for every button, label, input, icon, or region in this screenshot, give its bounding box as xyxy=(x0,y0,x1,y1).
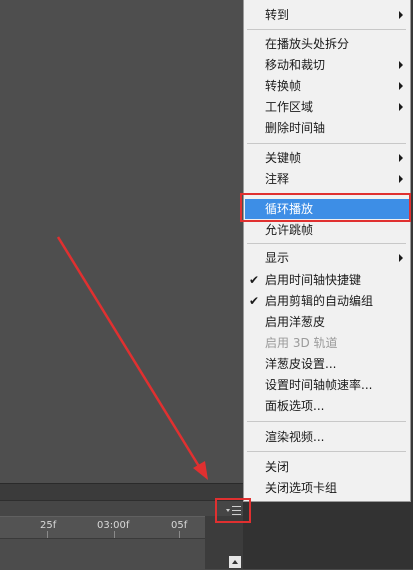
chevron-right-icon xyxy=(399,11,403,19)
scroll-up-icon[interactable] xyxy=(229,556,241,568)
ruler-tick xyxy=(47,531,48,538)
menu-item-label: 启用时间轴快捷键 xyxy=(265,273,362,287)
dropdown-caret-icon xyxy=(225,508,230,512)
ruler-label: 03:00f xyxy=(97,520,130,531)
menu-item-enable-3d-tracks: 启用 3D 轨道 xyxy=(245,333,409,353)
ruler-label: 25f xyxy=(40,520,57,531)
chevron-right-icon xyxy=(399,154,403,162)
menu-item-close-tab-group[interactable]: 关闭选项卡组 xyxy=(245,478,409,498)
menu-item-allow-frame-skipping[interactable]: 允许跳帧 xyxy=(245,220,409,240)
menu-item-delete-timeline[interactable]: 删除时间轴 xyxy=(245,118,409,138)
menu-item-close[interactable]: 关闭 xyxy=(245,457,409,477)
right-panel-lower xyxy=(243,500,413,569)
menu-separator xyxy=(247,451,406,452)
menu-item-label: 设置时间轴帧速率... xyxy=(265,378,373,392)
menu-separator xyxy=(247,193,406,194)
menu-item-label: 工作区域 xyxy=(265,100,314,114)
menu-item-keyframes[interactable]: 关键帧 xyxy=(245,148,409,168)
menu-item-label: 启用剪辑的自动编组 xyxy=(265,294,374,308)
timeline-panel-divider[interactable] xyxy=(0,483,243,501)
menu-item-onion-skin-settings[interactable]: 洋葱皮设置... xyxy=(245,354,409,374)
menu-item-label: 转换帧 xyxy=(265,79,302,93)
document-canvas-area xyxy=(0,0,243,483)
timeline-track-area[interactable] xyxy=(0,538,205,570)
menu-item-set-timeline-frame-rate[interactable]: 设置时间轴帧速率... xyxy=(245,375,409,395)
menu-item-enable-timeline-shortcuts[interactable]: ✔ 启用时间轴快捷键 xyxy=(245,270,409,290)
menu-item-label: 转到 xyxy=(265,8,290,22)
menu-item-label: 允许跳帧 xyxy=(265,223,314,237)
menu-item-label: 面板选项... xyxy=(265,399,325,413)
menu-item-panel-options[interactable]: 面板选项... xyxy=(245,396,409,416)
checkmark-icon: ✔ xyxy=(249,273,260,287)
menu-item-label: 关闭 xyxy=(265,460,290,474)
menu-item-label: 关键帧 xyxy=(265,151,302,165)
menu-item-split-at-playhead[interactable]: 在播放头处拆分 xyxy=(245,34,409,54)
menu-item-label: 关闭选项卡组 xyxy=(265,481,338,495)
ruler-label: 05f xyxy=(171,520,188,531)
menu-item-label: 删除时间轴 xyxy=(265,121,326,135)
menu-item-label: 启用洋葱皮 xyxy=(265,315,326,329)
timeline-panel-flyout-menu: 转到 在播放头处拆分 移动和裁切 转换帧 工作区域 删除时间轴 关键帧 注释 循… xyxy=(243,0,411,502)
menu-item-label: 洋葱皮设置... xyxy=(265,357,337,371)
menu-item-move-and-trim[interactable]: 移动和裁切 xyxy=(245,55,409,75)
menu-item-label: 启用 3D 轨道 xyxy=(265,336,338,350)
menu-item-label: 显示 xyxy=(265,251,290,265)
menu-item-enable-auto-grouping-clips[interactable]: ✔ 启用剪辑的自动编组 xyxy=(245,291,409,311)
menu-item-label: 注释 xyxy=(265,172,290,186)
menu-item-work-area[interactable]: 工作区域 xyxy=(245,97,409,117)
menu-item-render-video[interactable]: 渲染视频... xyxy=(245,427,409,447)
menu-separator xyxy=(247,29,406,30)
chevron-right-icon xyxy=(399,103,403,111)
panel-menu-icon xyxy=(231,505,241,515)
timeline-ruler[interactable]: 25f 03:00f 05f xyxy=(0,516,205,539)
menu-item-label: 在播放头处拆分 xyxy=(265,37,350,51)
menu-item-convert-frames[interactable]: 转换帧 xyxy=(245,76,409,96)
menu-item-loop-playback[interactable]: 循环播放 xyxy=(245,199,409,219)
menu-item-go-to[interactable]: 转到 xyxy=(245,5,409,25)
menu-item-label: 渲染视频... xyxy=(265,430,325,444)
chevron-right-icon xyxy=(399,175,403,183)
ruler-tick xyxy=(114,531,115,538)
menu-item-comments[interactable]: 注释 xyxy=(245,169,409,189)
chevron-right-icon xyxy=(399,82,403,90)
menu-separator xyxy=(247,143,406,144)
checkmark-icon: ✔ xyxy=(249,294,260,308)
menu-item-label: 循环播放 xyxy=(265,202,314,216)
timeline-panel-header xyxy=(0,500,243,517)
menu-item-label: 移动和裁切 xyxy=(265,58,326,72)
chevron-right-icon xyxy=(399,61,403,69)
menu-item-enable-onion-skins[interactable]: 启用洋葱皮 xyxy=(245,312,409,332)
ruler-tick xyxy=(179,531,180,538)
menu-separator xyxy=(247,243,406,244)
menu-separator xyxy=(247,421,406,422)
chevron-right-icon xyxy=(399,254,403,262)
menu-item-show[interactable]: 显示 xyxy=(245,248,409,268)
